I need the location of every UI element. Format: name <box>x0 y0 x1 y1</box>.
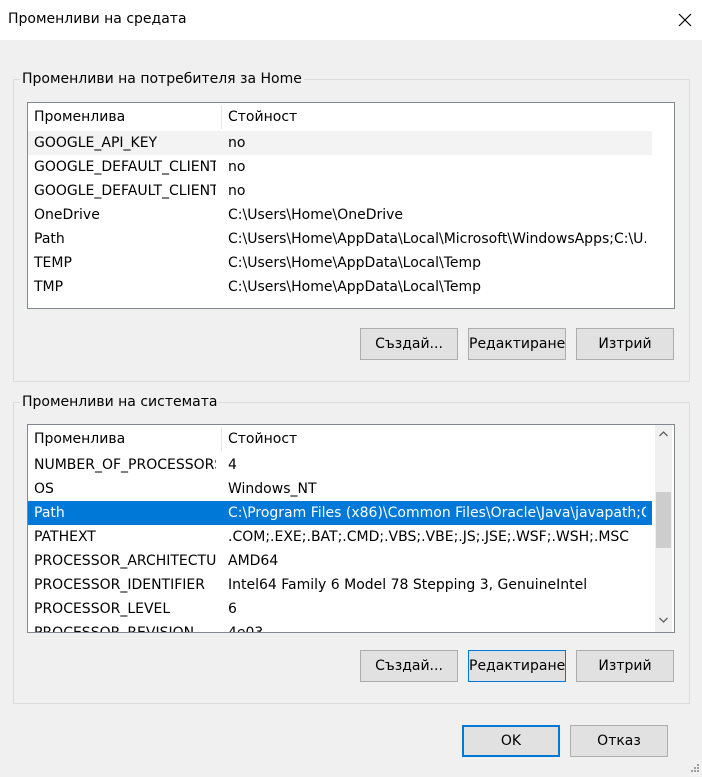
list-item[interactable]: Path C:\Users\Home\AppData\Local\Microsof… <box>28 227 652 251</box>
chevron-up-icon <box>659 430 668 436</box>
list-item[interactable]: Path C:\Program Files (x86)\Common Files\… <box>28 501 652 525</box>
variable-name: TMP <box>34 279 64 295</box>
list-item[interactable]: GOOGLE_DEFAULT_CLIENT... no <box>28 155 652 179</box>
list-item[interactable]: PROCESSOR_REVISION 4e03 <box>28 621 652 633</box>
variable-name: PROCESSOR_ARCHITECTU... <box>34 553 216 569</box>
column-header-variable[interactable]: Променлива <box>28 425 221 453</box>
list-item[interactable]: GOOGLE_API_KEY no <box>28 131 652 155</box>
variable-value: no <box>228 135 246 151</box>
system-edit-button[interactable]: Редактиране... <box>468 650 566 682</box>
cancel-button[interactable]: Отказ <box>570 725 668 757</box>
variable-value: C:\Users\Home\OneDrive <box>228 207 404 223</box>
variable-name: OS <box>34 481 54 497</box>
user-edit-button[interactable]: Редактиране... <box>468 328 566 360</box>
user-variables-label: Променливи на потребителя за Home <box>20 71 304 87</box>
resize-grip-icon[interactable] <box>688 763 700 775</box>
column-header-value[interactable]: Стойност <box>222 425 652 453</box>
title-bar: Променливи на средата <box>0 0 702 40</box>
list-item[interactable]: PATHEXT .COM;.EXE;.BAT;.CMD;.VBS;.VBE;.JS… <box>28 525 652 549</box>
variable-name: PROCESSOR_IDENTIFIER <box>34 577 205 593</box>
list-header: Променлива Стойност <box>28 103 652 131</box>
scroll-thumb[interactable] <box>656 492 671 548</box>
variable-value: no <box>228 159 246 175</box>
chevron-down-icon <box>659 617 668 623</box>
list-item[interactable]: GOOGLE_DEFAULT_CLIENT... no <box>28 179 652 203</box>
column-header-value[interactable]: Стойност <box>222 103 652 131</box>
close-button[interactable] <box>668 0 702 40</box>
variable-value: C:\Users\Home\AppData\Local\Microsoft\Wi… <box>228 231 646 247</box>
list-item[interactable]: OS Windows_NT <box>28 477 652 501</box>
variable-name: OneDrive <box>34 207 100 223</box>
system-list-scrollbar[interactable] <box>655 425 672 632</box>
user-delete-button[interactable]: Изтрий <box>576 328 674 360</box>
list-item[interactable]: PROCESSOR_LEVEL 6 <box>28 597 652 621</box>
system-delete-button[interactable]: Изтрий <box>576 650 674 682</box>
variable-name: PATHEXT <box>34 529 96 545</box>
variable-value: C:\Program Files (x86)\Common Files\Orac… <box>228 505 646 521</box>
user-new-button[interactable]: Създай... <box>360 328 458 360</box>
system-variables-label: Променливи на системата <box>20 394 220 410</box>
variable-name: PROCESSOR_LEVEL <box>34 601 171 617</box>
variable-value: C:\Users\Home\AppData\Local\Temp <box>228 279 481 295</box>
scroll-up-button[interactable] <box>655 425 672 442</box>
ok-button[interactable]: OK <box>462 725 560 757</box>
variable-name: Path <box>34 231 65 247</box>
variable-value: C:\Users\Home\AppData\Local\Temp <box>228 255 481 271</box>
close-icon <box>678 13 692 27</box>
variable-value: .COM;.EXE;.BAT;.CMD;.VBS;.VBE;.JS;.JSE;.… <box>228 529 630 545</box>
system-new-button[interactable]: Създай... <box>360 650 458 682</box>
scroll-down-button[interactable] <box>655 611 672 628</box>
variable-value: 4 <box>228 457 237 473</box>
list-item[interactable]: OneDrive C:\Users\Home\OneDrive <box>28 203 652 227</box>
variable-name: GOOGLE_DEFAULT_CLIENT... <box>34 159 216 175</box>
variable-name: TEMP <box>34 255 72 271</box>
list-item[interactable]: PROCESSOR_IDENTIFIER Intel64 Family 6 Mod… <box>28 573 652 597</box>
window-title: Променливи на средата <box>8 11 187 27</box>
list-item[interactable]: TMP C:\Users\Home\AppData\Local\Temp <box>28 275 652 299</box>
list-item[interactable]: NUMBER_OF_PROCESSORS 4 <box>28 453 652 477</box>
list-item[interactable]: PROCESSOR_ARCHITECTU... AMD64 <box>28 549 652 573</box>
variable-name: Path <box>34 505 65 521</box>
column-header-variable[interactable]: Променлива <box>28 103 221 131</box>
variable-name: PROCESSOR_REVISION <box>34 625 195 633</box>
variable-value: no <box>228 183 246 199</box>
list-item[interactable]: TEMP C:\Users\Home\AppData\Local\Temp <box>28 251 652 275</box>
variable-value: 6 <box>228 601 237 617</box>
variable-value: 4e03 <box>228 625 264 633</box>
variable-value: Windows_NT <box>228 481 317 497</box>
variable-value: Intel64 Family 6 Model 78 Stepping 3, Ge… <box>228 577 588 593</box>
variable-value: AMD64 <box>228 553 279 569</box>
variable-name: GOOGLE_DEFAULT_CLIENT... <box>34 183 216 199</box>
list-header: Променлива Стойност <box>28 425 652 453</box>
user-variables-list[interactable]: Променлива Стойност GOOGLE_API_KEY no GOOG… <box>27 102 675 309</box>
system-variables-list[interactable]: Променлива Стойност NUMBER_OF_PROCESSORS… <box>27 424 675 633</box>
variable-name: GOOGLE_API_KEY <box>34 135 158 151</box>
variable-name: NUMBER_OF_PROCESSORS <box>34 457 216 473</box>
